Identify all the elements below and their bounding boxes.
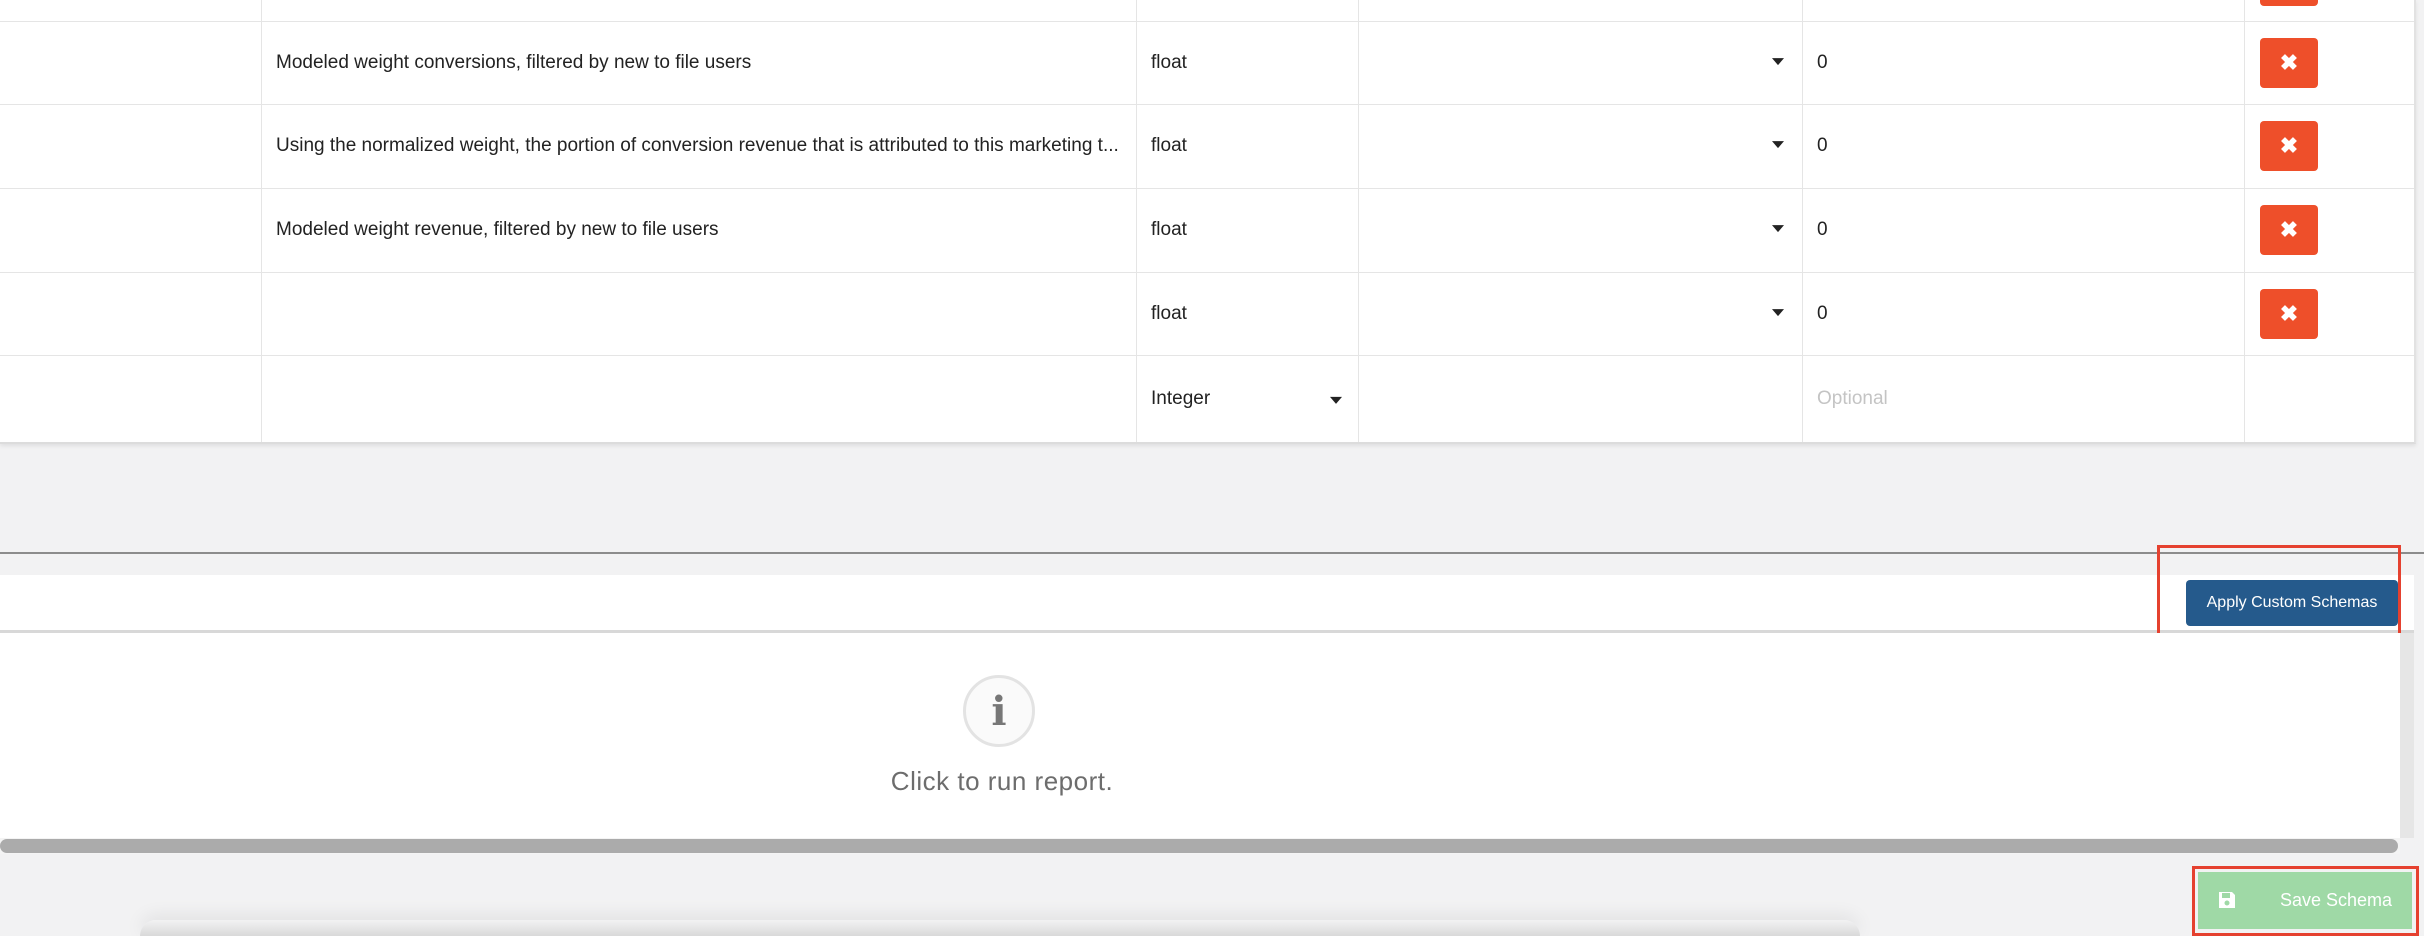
column-description: Using the normalized weight, the portion…	[276, 135, 1119, 156]
caret-down-icon	[1772, 308, 1784, 316]
column-type: float	[1151, 51, 1187, 73]
delete-row-button[interactable]: ✖	[2260, 205, 2318, 255]
table-row: float 0 ✖	[0, 272, 2414, 356]
bottom-panel-edge	[140, 920, 1860, 936]
new-column-row: Integer Optional	[0, 355, 2414, 442]
column-type: float	[1151, 135, 1187, 156]
default-value-input[interactable]: 0	[1803, 188, 2245, 272]
default-value-input[interactable]: 0	[1803, 104, 2245, 188]
format-select[interactable]	[1359, 272, 1803, 355]
format-select[interactable]	[1359, 104, 1803, 188]
info-icon: i	[963, 675, 1035, 747]
caret-down-icon	[1772, 225, 1784, 233]
default-value-input[interactable]: 0	[1803, 21, 2245, 104]
caret-down-icon	[1772, 57, 1784, 65]
new-column-name-input[interactable]	[0, 355, 262, 442]
close-icon: ✖	[2279, 300, 2299, 326]
format-select[interactable]	[1359, 21, 1803, 104]
section-divider	[0, 552, 2424, 554]
delete-row-button[interactable]: ✖	[2260, 121, 2318, 171]
close-icon: ✖	[2279, 49, 2299, 75]
table-row: Using the normalized weight, the portion…	[0, 104, 2414, 189]
new-column-type-select[interactable]: Integer	[1137, 355, 1359, 442]
delete-row-button[interactable]	[2260, 0, 2318, 6]
column-description: Modeled weight revenue, filtered by new …	[276, 219, 719, 240]
column-description: Modeled weight conversions, filtered by …	[276, 51, 752, 73]
schema-table: Modeled weight conversions, filtered by …	[0, 0, 2416, 444]
report-panel[interactable]	[0, 633, 2400, 838]
format-select[interactable]	[1359, 188, 1803, 272]
table-row: Modeled weight revenue, filtered by new …	[0, 188, 2414, 273]
delete-row-button[interactable]: ✖	[2260, 288, 2318, 339]
highlight-box	[2192, 866, 2419, 936]
delete-row-button[interactable]: ✖	[2260, 37, 2318, 88]
default-value-input[interactable]: 0	[1803, 272, 2245, 355]
new-column-default-input[interactable]: Optional	[1803, 355, 2245, 442]
table-row: Modeled weight conversions, filtered by …	[0, 21, 2414, 105]
vertical-scrollbar[interactable]	[2400, 633, 2414, 838]
close-icon: ✖	[2279, 217, 2299, 242]
close-icon: ✖	[2279, 133, 2299, 158]
table-row	[0, 0, 2414, 22]
caret-down-icon	[1772, 141, 1784, 149]
new-column-description-input[interactable]	[262, 355, 1137, 442]
column-type: float	[1151, 219, 1187, 240]
apply-toolbar	[0, 575, 2414, 633]
new-column-format-input[interactable]	[1359, 355, 1803, 442]
run-report-text[interactable]: Click to run report.	[0, 766, 2004, 797]
caret-down-icon	[1330, 396, 1342, 404]
horizontal-scrollbar-thumb[interactable]	[0, 839, 2398, 853]
column-type: float	[1151, 302, 1187, 324]
